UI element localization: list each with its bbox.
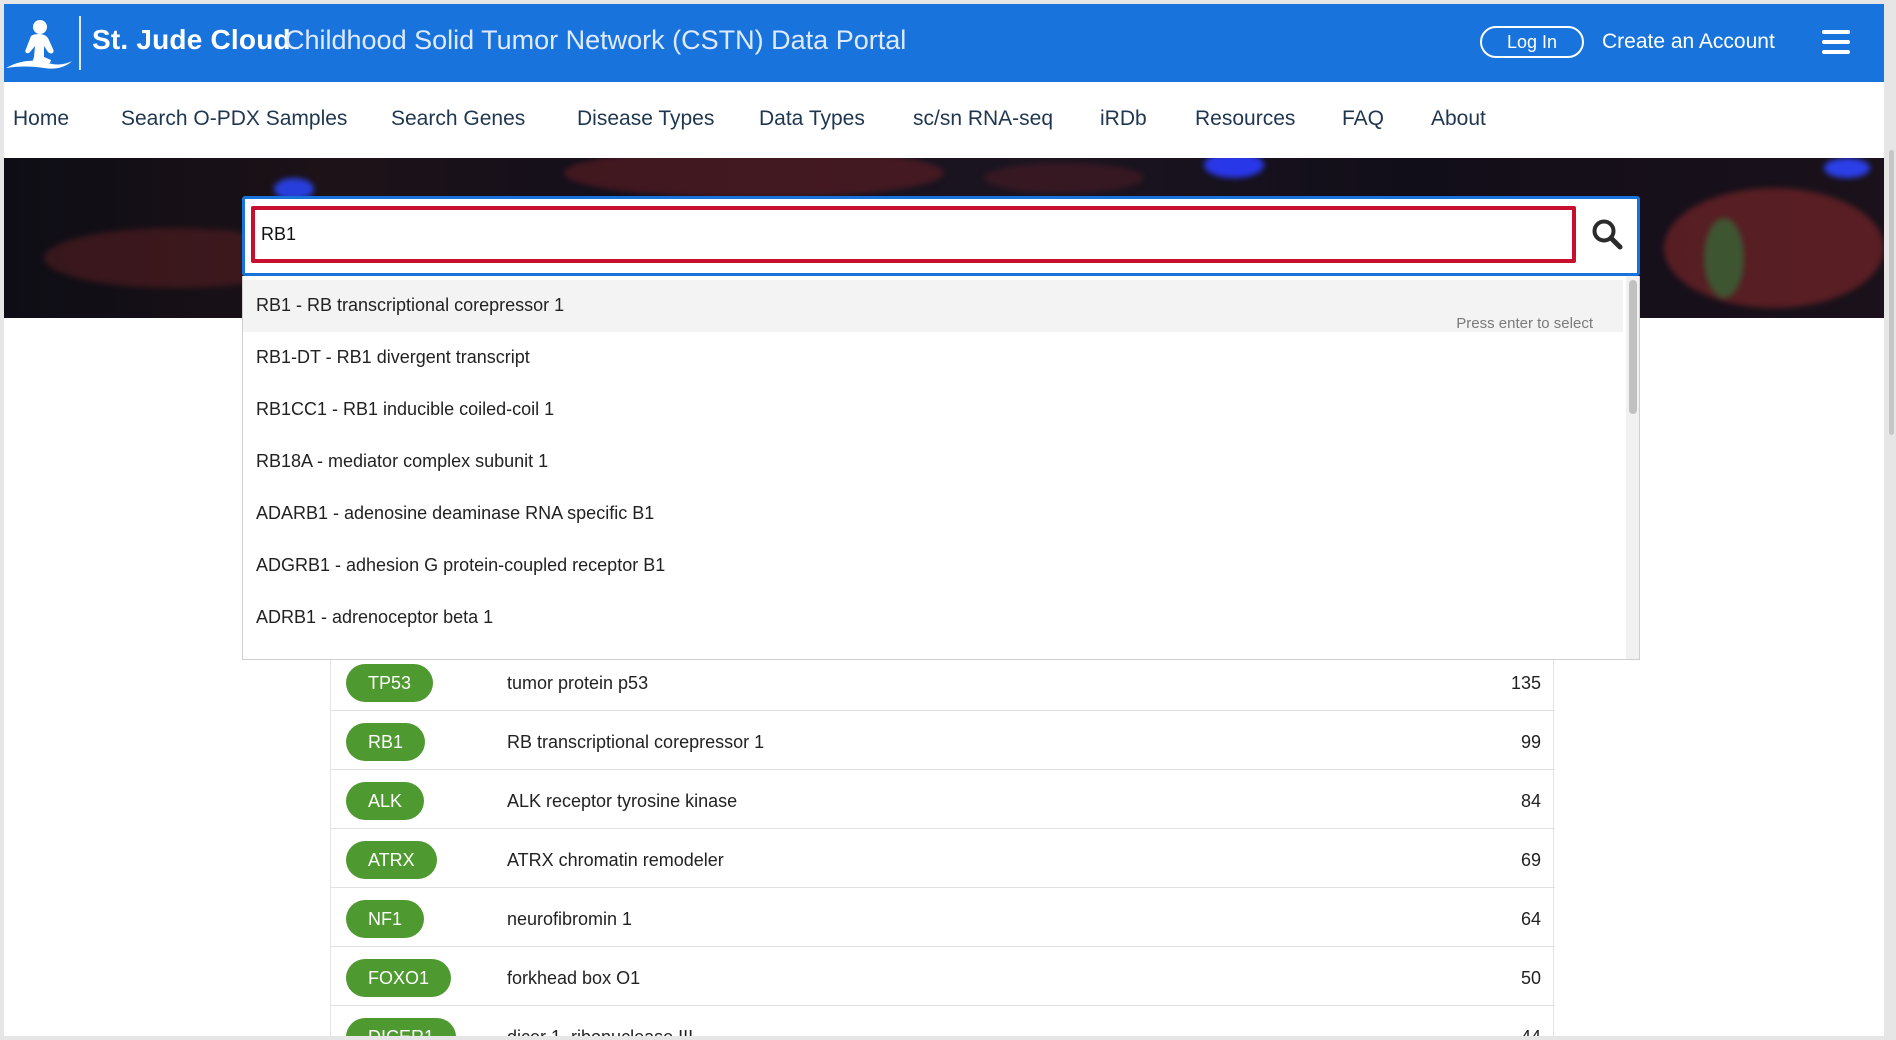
brand-name[interactable]: St. Jude Cloud xyxy=(92,24,291,56)
suggestion-item[interactable]: ADRB1 - adrenoceptor beta 1 xyxy=(243,592,1623,644)
gene-count: 69 xyxy=(1520,850,1541,870)
dropdown-scrollbar-thumb[interactable] xyxy=(1629,280,1637,414)
nav-search-opdx-samples[interactable]: Search O-PDX Samples xyxy=(121,107,347,131)
suggestion-label: RB1 - RB transcriptional corepressor 1 xyxy=(256,295,565,315)
nav-about[interactable]: About xyxy=(1431,107,1486,131)
browser-viewport: St. Jude Cloud Childhood Solid Tumor Net… xyxy=(4,4,1884,1036)
gene-table: TP53 tumor protein p53 135 RB1 RB transc… xyxy=(330,644,1555,1036)
gene-count: 99 xyxy=(1520,732,1541,752)
nav-irdb[interactable]: iRDb xyxy=(1100,107,1147,131)
gene-count: 84 xyxy=(1520,791,1541,811)
nav-disease-types[interactable]: Disease Types xyxy=(577,107,714,131)
nav-sc-sn-rna-seq[interactable]: sc/sn RNA-seq xyxy=(913,107,1053,131)
suggestion-item[interactable]: ADARB1 - adenosine deaminase RNA specifi… xyxy=(243,488,1623,540)
nav-resources[interactable]: Resources xyxy=(1195,107,1295,131)
create-account-link[interactable]: Create an Account xyxy=(1602,30,1775,54)
main-nav: Home Search O-PDX Samples Search Genes D… xyxy=(4,82,1884,158)
gene-search-input[interactable] xyxy=(251,206,1576,263)
portal-title: Childhood Solid Tumor Network (CSTN) Dat… xyxy=(285,25,907,55)
table-row[interactable]: DICER1 dicer 1, ribonuclease III 44 xyxy=(331,1006,1555,1036)
gene-symbol-pill[interactable]: TP53 xyxy=(346,664,434,702)
gene-search-box xyxy=(242,196,1640,276)
gene-symbol-pill[interactable]: RB1 xyxy=(346,723,426,761)
gene-count: 44 xyxy=(1521,1027,1541,1036)
nav-home[interactable]: Home xyxy=(13,107,69,131)
gene-name: dicer 1, ribonuclease III xyxy=(507,1027,693,1036)
suggestion-item[interactable]: RB1 - RB transcriptional corepressor 1 P… xyxy=(243,280,1623,332)
page-scrollbar-thumb[interactable] xyxy=(1889,150,1894,435)
search-suggestions-dropdown: RB1 - RB transcriptional corepressor 1 P… xyxy=(242,276,1640,660)
table-row[interactable]: ALK ALK receptor tyrosine kinase 84 xyxy=(331,770,1555,829)
table-row[interactable]: TP53 tumor protein p53 135 xyxy=(331,652,1555,711)
gene-name: neurofibromin 1 xyxy=(507,909,633,929)
gene-count: 64 xyxy=(1520,909,1541,929)
table-row[interactable]: ATRX ATRX chromatin remodeler 69 xyxy=(331,829,1555,888)
gene-count: 135 xyxy=(1510,673,1541,693)
gene-name: ATRX chromatin remodeler xyxy=(507,850,724,870)
logo-divider xyxy=(79,16,81,70)
login-button[interactable]: Log In xyxy=(1480,26,1584,58)
gene-name: tumor protein p53 xyxy=(507,673,649,693)
suggestion-item[interactable]: RB1CC1 - RB1 inducible coiled-coil 1 xyxy=(243,384,1623,436)
gene-name: RB transcriptional corepressor 1 xyxy=(507,732,765,752)
suggestion-item[interactable]: ADGRB1 - adhesion G protein-coupled rece… xyxy=(243,540,1623,592)
table-row[interactable]: NF1 neurofibromin 1 64 xyxy=(331,888,1555,947)
gene-count: 50 xyxy=(1520,968,1541,988)
gene-name: ALK receptor tyrosine kinase xyxy=(507,791,738,811)
search-button[interactable] xyxy=(1585,213,1629,257)
suggestion-item[interactable]: RB18A - mediator complex subunit 1 xyxy=(243,436,1623,488)
gene-symbol-pill[interactable]: ALK xyxy=(346,782,425,820)
nav-faq[interactable]: FAQ xyxy=(1342,107,1384,131)
suggestion-item[interactable]: RB1-DT - RB1 divergent transcript xyxy=(243,332,1623,384)
hamburger-menu-icon[interactable] xyxy=(1822,30,1850,54)
gene-symbol-pill[interactable]: NF1 xyxy=(346,900,425,938)
nav-data-types[interactable]: Data Types xyxy=(759,107,865,131)
gene-name: forkhead box O1 xyxy=(507,968,641,988)
gene-symbol-pill[interactable]: FOXO1 xyxy=(346,959,452,997)
search-icon xyxy=(1592,219,1623,249)
gene-symbol-pill[interactable]: ATRX xyxy=(346,841,437,879)
gene-symbol-pill[interactable]: DICER1 xyxy=(346,1018,457,1036)
site-header: St. Jude Cloud Childhood Solid Tumor Net… xyxy=(4,4,1884,82)
nav-search-genes[interactable]: Search Genes xyxy=(391,107,525,131)
table-row[interactable]: RB1 RB transcriptional corepressor 1 99 xyxy=(331,711,1555,770)
table-row[interactable]: FOXO1 forkhead box O1 50 xyxy=(331,947,1555,1006)
st-jude-logo-icon[interactable] xyxy=(4,16,74,70)
